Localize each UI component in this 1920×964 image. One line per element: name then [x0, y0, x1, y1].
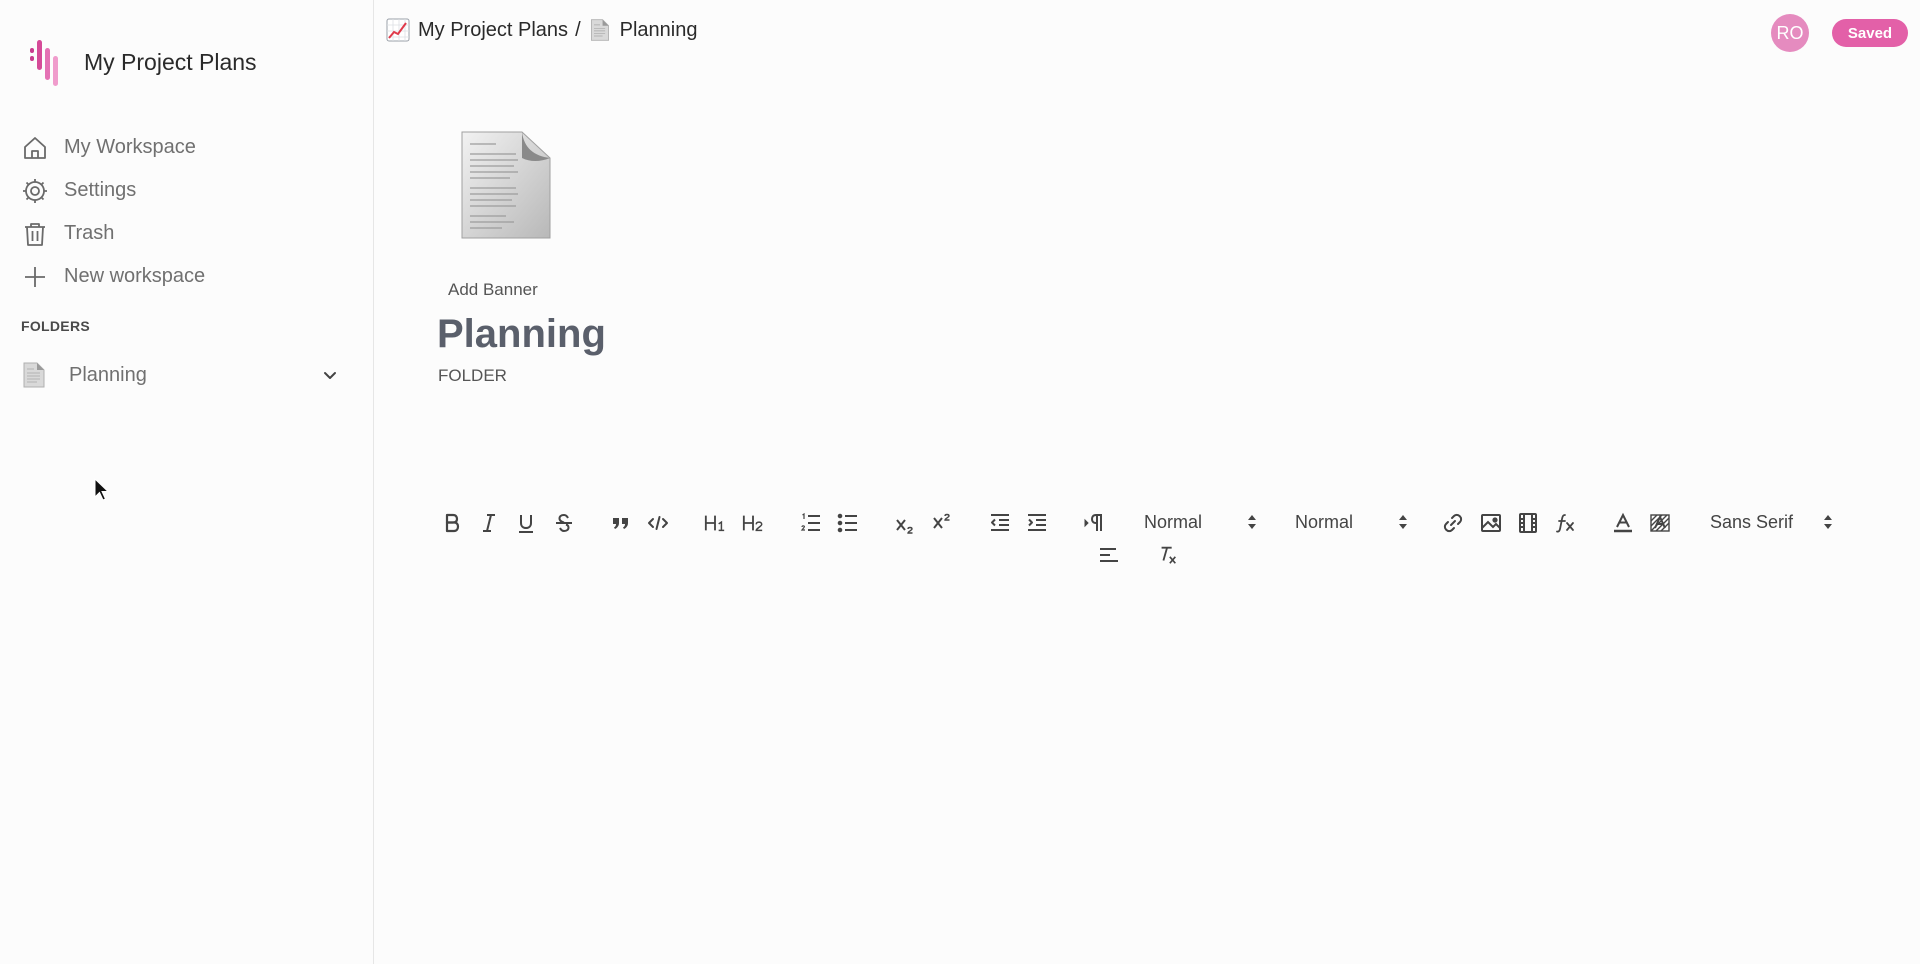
- underline-button[interactable]: [514, 509, 538, 537]
- folder-label: Planning: [69, 363, 147, 386]
- breadcrumb-item-planning[interactable]: Planning: [588, 18, 698, 42]
- formula-button[interactable]: [1554, 509, 1578, 537]
- brand[interactable]: My Project Plans: [30, 36, 257, 88]
- underline-icon: [519, 515, 533, 533]
- chart-increasing-icon: [386, 18, 410, 42]
- gear-icon: [20, 176, 50, 206]
- font-color-button[interactable]: [1611, 509, 1635, 537]
- bold-icon: [445, 513, 460, 533]
- sidebar-item-my-workspace[interactable]: My Workspace: [20, 126, 205, 169]
- sidebar-item-label: New workspace: [64, 265, 206, 287]
- size-select[interactable]: Normal: [1144, 508, 1258, 536]
- clear-formatting-button[interactable]: [1155, 541, 1181, 569]
- sidebar-item-label: My Workspace: [64, 136, 196, 158]
- sidebar-item-new-workspace[interactable]: New workspace: [20, 255, 205, 298]
- heading-2-icon: [742, 515, 763, 532]
- sidebar-item-label: Trash: [64, 222, 115, 244]
- background-color-button[interactable]: [1648, 509, 1672, 537]
- chevron-down-icon[interactable]: [320, 365, 340, 385]
- page-icon[interactable]: [456, 128, 556, 242]
- subscript-button[interactable]: [893, 510, 917, 538]
- video-icon: [1519, 513, 1537, 533]
- bullet-list-icon: [837, 513, 857, 533]
- folder-item-planning[interactable]: Planning: [22, 358, 340, 392]
- background-color-icon: [1650, 514, 1670, 532]
- text-direction-icon: [1084, 514, 1102, 531]
- document-icon: [590, 19, 609, 41]
- clear-formatting-icon: [1161, 546, 1176, 564]
- formula-icon: [1556, 514, 1574, 533]
- sidebar-item-trash[interactable]: Trash: [20, 212, 205, 255]
- align-button[interactable]: [1097, 541, 1121, 569]
- trash-icon: [20, 219, 50, 249]
- status-badge: Saved: [1832, 19, 1908, 47]
- indent-button[interactable]: [1025, 509, 1049, 537]
- bullet-list-button[interactable]: [836, 509, 860, 537]
- ordered-list-icon: [800, 512, 820, 531]
- header-select[interactable]: Normal: [1295, 508, 1409, 536]
- outdent-icon: [991, 514, 1009, 531]
- subscript-icon: [896, 519, 913, 534]
- strikethrough-icon: [556, 513, 572, 533]
- link-icon: [1443, 513, 1463, 533]
- font-color-icon: [1614, 512, 1632, 533]
- indent-icon: [1028, 514, 1046, 531]
- italic-icon: [483, 514, 495, 532]
- outdent-button[interactable]: [988, 509, 1012, 537]
- app-title: My Project Plans: [84, 48, 257, 75]
- code-block-button[interactable]: [646, 509, 670, 537]
- heading-1-button[interactable]: [703, 509, 727, 537]
- breadcrumb-item-workspace[interactable]: My Project Plans: [386, 18, 568, 42]
- ordered-list-button[interactable]: [799, 509, 823, 537]
- image-button[interactable]: [1479, 509, 1503, 537]
- sidebar-item-label: Settings: [64, 179, 137, 201]
- page-subtitle: FOLDER: [438, 366, 507, 385]
- size-select-value: Normal: [1144, 511, 1203, 532]
- sidebar: My Project Plans My Workspace Settings T…: [0, 0, 374, 964]
- page-title[interactable]: Planning: [437, 312, 606, 357]
- breadcrumb: My Project Plans / Planning: [386, 18, 697, 42]
- header-select-value: Normal: [1295, 511, 1354, 532]
- align-left-icon: [1100, 548, 1118, 562]
- breadcrumb-separator: /: [575, 18, 581, 41]
- text-direction-button[interactable]: [1082, 509, 1106, 537]
- folders-heading: FOLDERS: [21, 318, 90, 334]
- select-arrows-icon: [1248, 515, 1256, 529]
- mouse-cursor-icon: [94, 478, 110, 501]
- select-arrows-icon: [1399, 515, 1407, 529]
- heading-1-icon: [704, 515, 725, 532]
- breadcrumb-label: My Project Plans: [418, 18, 569, 41]
- font-select[interactable]: Sans Serif: [1710, 508, 1834, 536]
- quote-icon: [613, 518, 628, 529]
- select-arrows-icon: [1824, 515, 1832, 529]
- home-icon: [20, 133, 50, 163]
- avatar[interactable]: RO: [1771, 14, 1809, 52]
- blockquote-button[interactable]: [609, 509, 633, 537]
- add-banner-button[interactable]: Add Banner: [448, 280, 538, 300]
- italic-button[interactable]: [477, 509, 501, 537]
- code-icon: [648, 516, 668, 530]
- document-icon: [23, 362, 45, 388]
- sidebar-nav: My Workspace Settings Trash New workspac…: [20, 126, 205, 298]
- plus-icon: [20, 262, 50, 292]
- image-icon: [1481, 514, 1501, 532]
- font-select-value: Sans Serif: [1710, 511, 1794, 532]
- superscript-button[interactable]: [930, 508, 954, 536]
- strikethrough-button[interactable]: [552, 509, 576, 537]
- bold-button[interactable]: [440, 509, 464, 537]
- heading-2-button[interactable]: [740, 509, 766, 537]
- superscript-icon: [933, 513, 950, 529]
- link-button[interactable]: [1441, 509, 1465, 537]
- sidebar-item-settings[interactable]: Settings: [20, 169, 205, 212]
- breadcrumb-label: Planning: [619, 18, 698, 41]
- app-logo-icon: [30, 40, 58, 86]
- video-button[interactable]: [1516, 509, 1540, 537]
